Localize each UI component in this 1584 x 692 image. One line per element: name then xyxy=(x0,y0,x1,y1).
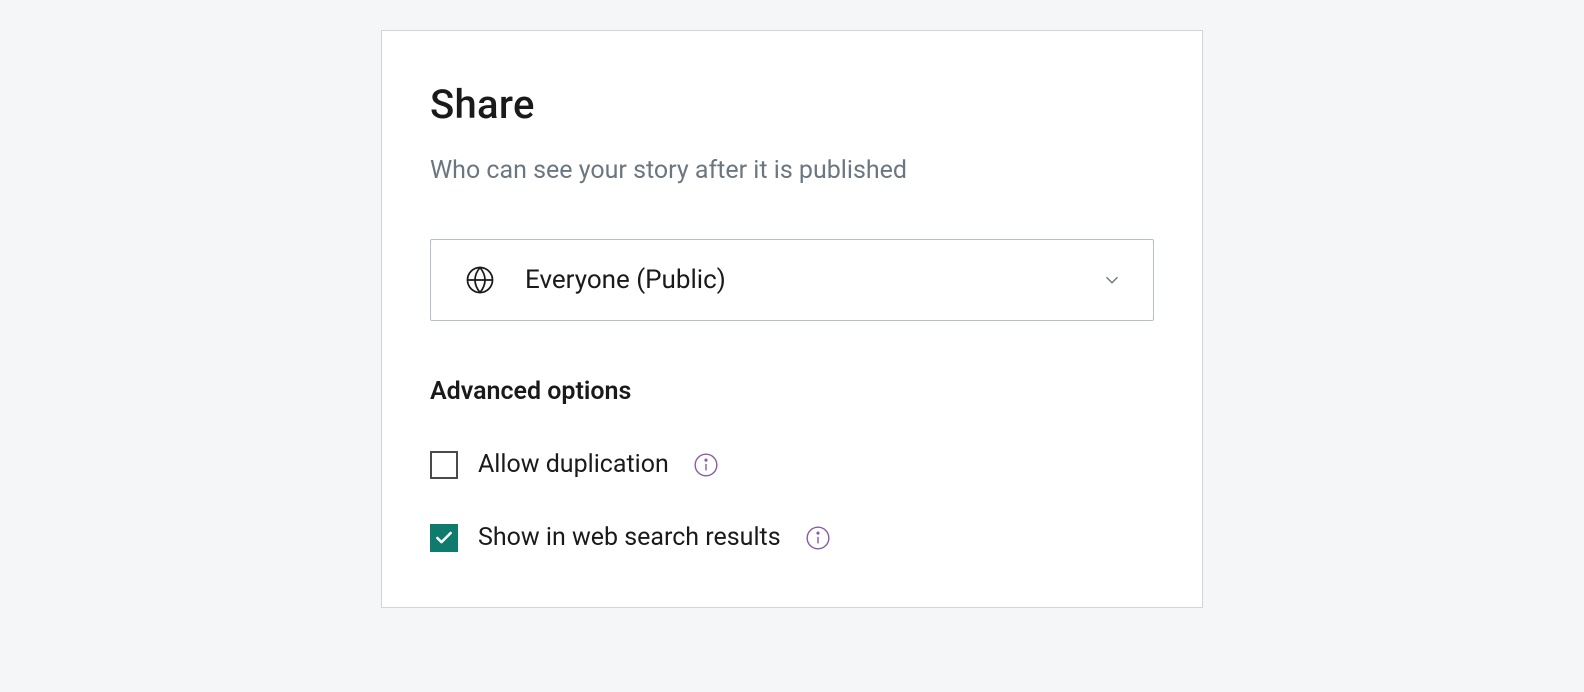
allow-duplication-checkbox[interactable] xyxy=(430,451,458,479)
share-subtitle: Who can see your story after it is publi… xyxy=(430,156,1154,185)
allow-duplication-label: Allow duplication xyxy=(478,450,669,479)
share-panel: Share Who can see your story after it is… xyxy=(381,30,1203,608)
allow-duplication-row: Allow duplication xyxy=(430,450,1154,479)
show-in-search-checkbox[interactable] xyxy=(430,524,458,552)
globe-icon xyxy=(465,265,495,295)
show-in-search-row: Show in web search results xyxy=(430,523,1154,552)
show-in-search-label: Show in web search results xyxy=(478,523,781,552)
chevron-down-icon xyxy=(1101,269,1123,291)
info-icon[interactable] xyxy=(805,525,831,551)
visibility-dropdown[interactable]: Everyone (Public) xyxy=(430,239,1154,321)
share-title: Share xyxy=(430,81,1154,128)
advanced-options-heading: Advanced options xyxy=(430,377,1154,406)
info-icon[interactable] xyxy=(693,452,719,478)
visibility-selected-label: Everyone (Public) xyxy=(525,265,1101,295)
